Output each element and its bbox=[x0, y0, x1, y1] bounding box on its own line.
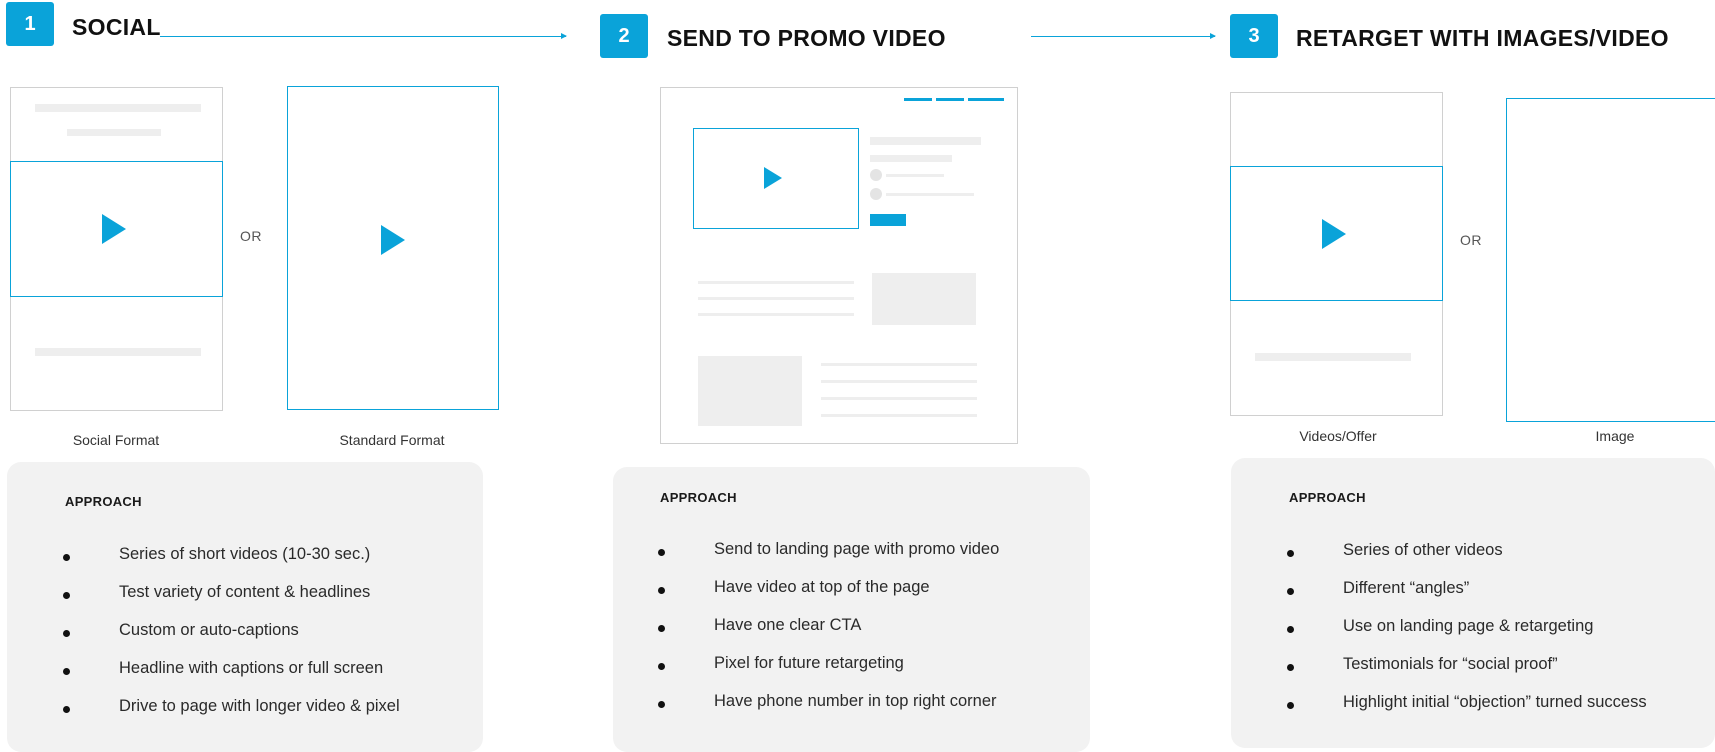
list-item-text: Pixel for future retargeting bbox=[714, 654, 904, 672]
bullet-icon bbox=[658, 587, 665, 594]
step-2-badge: 2 bbox=[600, 14, 648, 58]
bullet-icon bbox=[658, 701, 665, 708]
approach-heading: APPROACH bbox=[1289, 490, 1366, 505]
play-icon bbox=[764, 167, 782, 189]
approach-panel-3: APPROACH Series of other videos Differen… bbox=[1231, 458, 1715, 748]
list-item-text: Have video at top of the page bbox=[714, 578, 930, 596]
bullet-icon bbox=[658, 625, 665, 632]
step-2-number: 2 bbox=[618, 24, 630, 47]
bullet-placeholder-icon bbox=[870, 169, 882, 181]
subhead-placeholder bbox=[870, 155, 952, 162]
bullet-icon bbox=[658, 663, 665, 670]
text-line-placeholder bbox=[821, 363, 977, 366]
play-icon bbox=[381, 225, 405, 255]
list-item-text: Series of other videos bbox=[1343, 541, 1503, 559]
image-placeholder bbox=[698, 356, 802, 426]
phone-number-bar bbox=[968, 98, 1004, 101]
list-item-text: Test variety of content & headlines bbox=[119, 583, 371, 601]
text-line-placeholder bbox=[698, 281, 854, 284]
step-3-badge: 3 bbox=[1230, 14, 1278, 58]
text-line-placeholder bbox=[886, 174, 944, 177]
placeholder-bar bbox=[1255, 353, 1411, 361]
image-placeholder bbox=[872, 273, 976, 325]
text-line-placeholder bbox=[698, 297, 854, 300]
image-mockup bbox=[1506, 98, 1715, 422]
caption-social-format: Social Format bbox=[72, 432, 160, 448]
list-item-text: Have one clear CTA bbox=[714, 616, 862, 634]
phone-number-bar bbox=[904, 98, 932, 101]
approach-heading: APPROACH bbox=[660, 490, 737, 505]
or-separator: OR bbox=[1460, 232, 1482, 248]
bullet-icon bbox=[1287, 550, 1294, 557]
text-line-placeholder bbox=[821, 380, 977, 383]
approach-panel-2: APPROACH Send to landing page with promo… bbox=[613, 467, 1090, 752]
list-item-text: Testimonials for “social proof” bbox=[1343, 655, 1558, 673]
list-item-text: Highlight initial “objection” turned suc… bbox=[1343, 693, 1647, 711]
bullet-icon bbox=[63, 668, 70, 675]
step-3-number: 3 bbox=[1248, 24, 1260, 47]
list-item-text: Send to landing page with promo video bbox=[714, 540, 1000, 558]
approach-panel-1: APPROACH Series of short videos (10-30 s… bbox=[7, 462, 483, 752]
step-3-title: RETARGET WITH IMAGES/VIDEO bbox=[1296, 25, 1669, 51]
bullet-icon bbox=[63, 706, 70, 713]
phone-number-bar bbox=[936, 98, 964, 101]
step-1-title: SOCIAL bbox=[72, 14, 161, 40]
list-item-text: Series of short videos (10-30 sec.) bbox=[119, 545, 371, 563]
placeholder-bar bbox=[35, 104, 201, 112]
list-item-text: Use on landing page & retargeting bbox=[1343, 617, 1594, 635]
bullet-icon bbox=[1287, 588, 1294, 595]
text-line-placeholder bbox=[886, 193, 974, 196]
text-line-placeholder bbox=[821, 414, 977, 417]
caption-standard-format: Standard Format bbox=[339, 432, 445, 448]
caption-videos-offer: Videos/Offer bbox=[1299, 428, 1377, 444]
list-item-text: Headline with captions or full screen bbox=[119, 659, 384, 677]
play-icon bbox=[1322, 219, 1346, 249]
bullet-placeholder-icon bbox=[870, 188, 882, 200]
caption-image: Image bbox=[1595, 428, 1635, 444]
bullet-icon bbox=[63, 630, 70, 637]
list-item-text: Have phone number in top right corner bbox=[714, 692, 997, 710]
step-2-to-3-arrow bbox=[1031, 33, 1216, 39]
bullet-icon bbox=[1287, 626, 1294, 633]
step-1-to-2-arrow bbox=[160, 33, 567, 39]
step-2-title: SEND TO PROMO VIDEO bbox=[667, 25, 946, 51]
list-item-text: Drive to page with longer video & pixel bbox=[119, 697, 400, 715]
bullet-icon bbox=[1287, 702, 1294, 709]
play-icon bbox=[102, 214, 126, 244]
text-line-placeholder bbox=[821, 397, 977, 400]
headline-placeholder bbox=[870, 137, 981, 145]
step-1-badge: 1 bbox=[6, 2, 54, 46]
text-line-placeholder bbox=[698, 313, 854, 316]
social-video-frame bbox=[10, 161, 223, 297]
or-separator: OR bbox=[240, 228, 262, 244]
placeholder-bar bbox=[35, 348, 201, 356]
approach-heading: APPROACH bbox=[65, 494, 142, 509]
placeholder-bar bbox=[67, 129, 161, 136]
list-item-text: Custom or auto-captions bbox=[119, 621, 299, 639]
bullet-icon bbox=[658, 549, 665, 556]
retarget-video-frame bbox=[1230, 166, 1443, 301]
promo-video-frame bbox=[693, 128, 859, 229]
standard-format-mockup bbox=[287, 86, 499, 410]
bullet-icon bbox=[1287, 664, 1294, 671]
bullet-icon bbox=[63, 592, 70, 599]
list-item-text: Different “angles” bbox=[1343, 579, 1470, 597]
step-1-number: 1 bbox=[24, 12, 36, 35]
bullet-icon bbox=[63, 554, 70, 561]
cta-button bbox=[870, 214, 906, 226]
